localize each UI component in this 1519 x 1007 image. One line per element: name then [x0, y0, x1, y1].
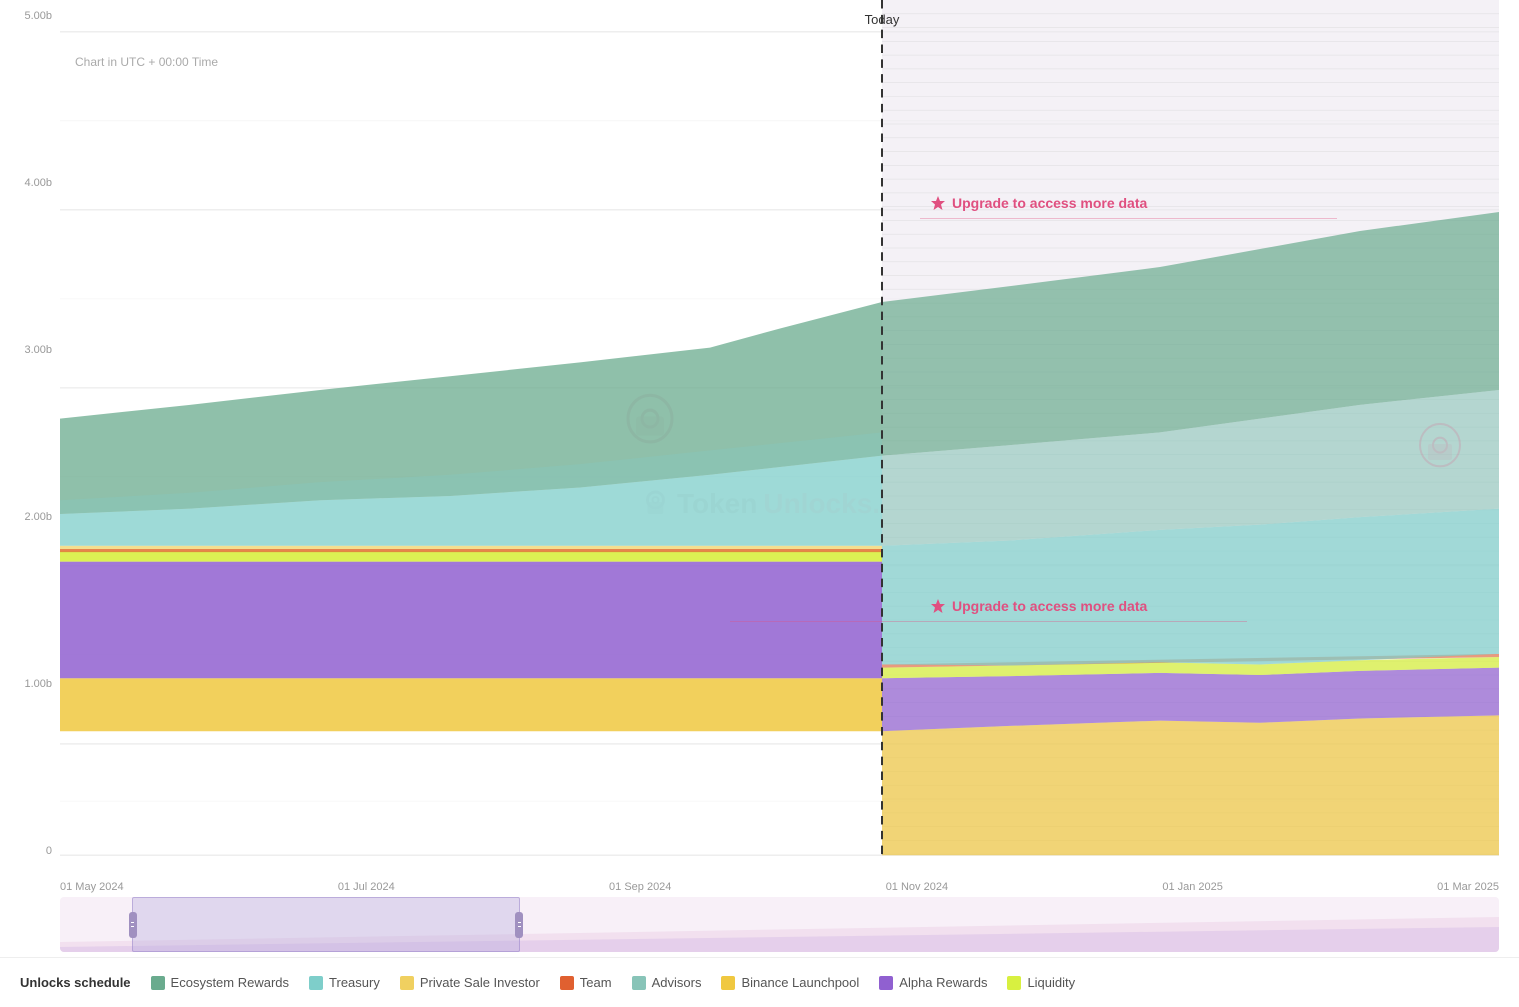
x-axis: 01 May 2024 01 Jul 2024 01 Sep 2024 01 N…	[60, 877, 1499, 897]
alpha-rewards-swatch	[879, 976, 893, 990]
legend-item-liquidity: Liquidity	[1007, 975, 1075, 990]
legend-item-ecosystem: Ecosystem Rewards	[151, 975, 289, 990]
y-label-2: 2.00b	[24, 511, 52, 523]
minimap[interactable]	[60, 897, 1499, 952]
y-label-3: 3.00b	[24, 344, 52, 356]
upgrade-badge-bottom[interactable]: Upgrade to access more data	[930, 598, 1147, 614]
minimap-selection[interactable]	[132, 897, 521, 952]
x-label-5: 01 Mar 2025	[1437, 881, 1499, 893]
legend-title: Unlocks schedule	[20, 975, 131, 990]
x-label-4: 01 Jan 2025	[1162, 881, 1223, 893]
x-label-2: 01 Sep 2024	[609, 881, 671, 893]
upgrade-badge-top[interactable]: Upgrade to access more data	[930, 195, 1147, 211]
x-label-1: 01 Jul 2024	[338, 881, 395, 893]
y-label-5: 5.00b	[24, 10, 52, 22]
chart-svg	[60, 0, 1499, 887]
treasury-swatch	[309, 976, 323, 990]
legend-item-binance: Binance Launchpool	[721, 975, 859, 990]
x-label-0: 01 May 2024	[60, 881, 124, 893]
y-label-0: 0	[46, 845, 52, 857]
x-label-3: 01 Nov 2024	[886, 881, 948, 893]
liquidity-swatch	[1007, 976, 1021, 990]
legend-item-advisors: Advisors	[632, 975, 702, 990]
legend-item-private-sale: Private Sale Investor	[400, 975, 540, 990]
legend-item-alpha-rewards: Alpha Rewards	[879, 975, 987, 990]
today-label: Today	[865, 12, 900, 27]
legend: Unlocks schedule Ecosystem Rewards Treas…	[0, 957, 1519, 1007]
team-swatch	[560, 976, 574, 990]
ecosystem-swatch	[151, 976, 165, 990]
legend-item-team: Team	[560, 975, 612, 990]
legend-item-treasury: Treasury	[309, 975, 380, 990]
private-sale-swatch	[400, 976, 414, 990]
minimap-handle-right[interactable]	[515, 912, 523, 938]
y-axis: 5.00b 4.00b 3.00b 2.00b 1.00b 0	[0, 0, 60, 887]
y-label-4: 4.00b	[24, 177, 52, 189]
binance-swatch	[721, 976, 735, 990]
advisors-swatch	[632, 976, 646, 990]
y-label-1: 1.00b	[24, 678, 52, 690]
minimap-handle-left[interactable]	[129, 912, 137, 938]
chart-container: 5.00b 4.00b 3.00b 2.00b 1.00b 0 Chart in…	[0, 0, 1519, 1007]
